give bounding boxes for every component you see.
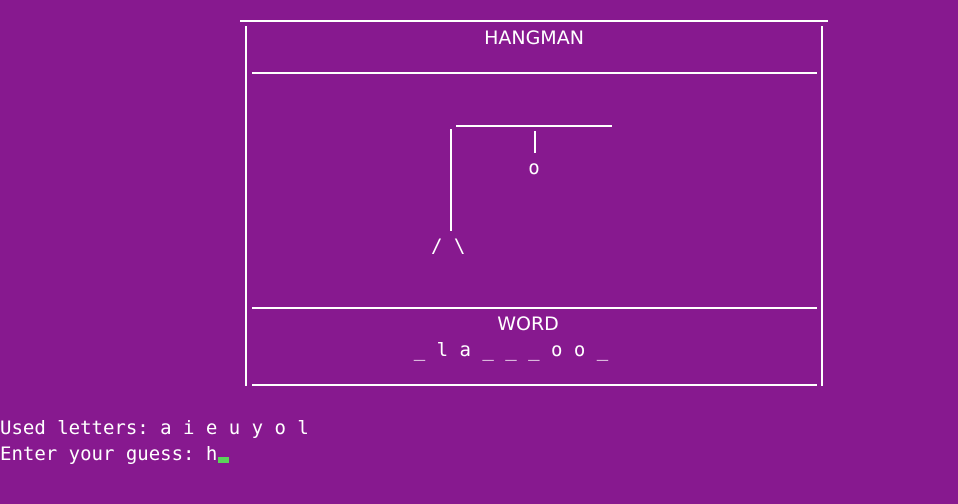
box-right-border bbox=[821, 26, 823, 386]
guess-prompt-line[interactable]: Enter your guess: h bbox=[0, 442, 230, 466]
gallows-beam bbox=[456, 125, 612, 127]
title-hangman: HANGMAN bbox=[484, 27, 584, 49]
word-heading: WORD bbox=[497, 313, 559, 335]
used-letters-line: Used letters: a i e u y o l bbox=[0, 417, 309, 439]
guess-label: Enter your guess: bbox=[0, 443, 206, 465]
text-cursor bbox=[218, 457, 230, 463]
box-top-border bbox=[240, 20, 828, 22]
gallows-post bbox=[450, 129, 452, 231]
hangman-head: o bbox=[528, 157, 540, 179]
box-bottom-border bbox=[252, 384, 817, 386]
word-divider bbox=[252, 307, 817, 309]
box-left-border bbox=[245, 26, 247, 386]
terminal-window: HANGMAN o / \ WORD _ l a _ _ _ o o _ Use… bbox=[0, 0, 958, 504]
hangman-legs: / \ bbox=[431, 235, 466, 257]
masked-word: _ l a _ _ _ o o _ bbox=[413, 339, 609, 361]
gallows-rope bbox=[534, 131, 536, 153]
guess-input[interactable]: h bbox=[206, 443, 217, 465]
title-divider bbox=[252, 72, 817, 74]
